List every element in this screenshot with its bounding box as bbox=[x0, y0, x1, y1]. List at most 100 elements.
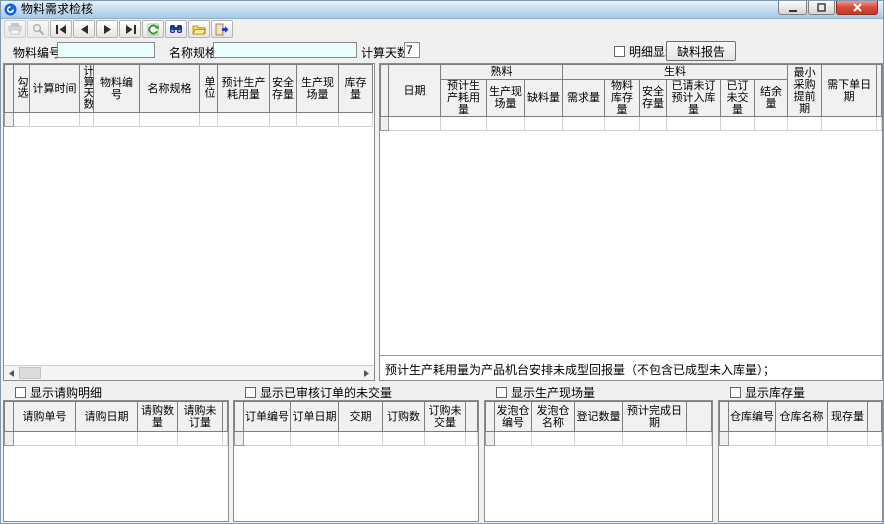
col-header-date: 日期 bbox=[389, 65, 441, 117]
col-header-pr-qty: 请购数量 bbox=[138, 402, 178, 432]
row-selector-header bbox=[486, 402, 495, 432]
toolbar bbox=[1, 19, 883, 39]
app-logo-icon bbox=[4, 3, 17, 16]
checkbox-icon bbox=[730, 387, 741, 398]
show-purchase-request-label: 显示请购明细 bbox=[30, 384, 102, 401]
col-header-inventory: 库存量 bbox=[339, 65, 373, 113]
horizontal-scrollbar[interactable] bbox=[4, 365, 374, 380]
prev-record-icon[interactable] bbox=[73, 20, 95, 38]
col-header-prod-site-qty: 生产现场量 bbox=[487, 80, 525, 117]
material-requirements-check-window: { "window": { "title": "物料需求检核" }, "tool… bbox=[0, 0, 884, 524]
close-button[interactable] bbox=[836, 1, 878, 15]
title-bar: 物料需求检核 bbox=[1, 1, 883, 19]
printer-icon[interactable] bbox=[4, 20, 26, 38]
material-grid: 勾选 计算时间 计算天数 物料编号 名称规格 单位 预计生产耗用量 安全存量 生… bbox=[4, 64, 373, 127]
col-header-calc-days: 计算天数 bbox=[80, 65, 94, 113]
show-inventory-checkbox[interactable]: 显示库存量 bbox=[730, 385, 805, 399]
col-header-requested-unordered: 已请未订预计入库量 bbox=[667, 80, 721, 117]
show-purchase-request-checkbox[interactable]: 显示请购明细 bbox=[15, 385, 102, 399]
inventory-panel: 仓库编号 仓库名称 现存量 bbox=[718, 400, 883, 522]
filler-header bbox=[687, 402, 712, 432]
next-record-icon[interactable] bbox=[96, 20, 118, 38]
col-header-calc-time: 计算时间 bbox=[30, 65, 80, 113]
inventory-grid: 仓库编号 仓库名称 现存量 bbox=[719, 401, 882, 446]
col-header-safety-stock: 安全存量 bbox=[640, 80, 667, 117]
col-header-name-spec: 名称规格 bbox=[140, 65, 200, 113]
row-selector-header bbox=[381, 65, 389, 117]
col-header-balance-qty: 结余量 bbox=[755, 80, 788, 117]
name-spec-input[interactable] bbox=[213, 42, 357, 58]
table-row[interactable] bbox=[381, 117, 882, 131]
col-header-undelivered-qty: 订购未交量 bbox=[425, 402, 466, 432]
group-header-cooked: 熟料 bbox=[441, 65, 563, 80]
group-header-raw: 生料 bbox=[563, 65, 788, 80]
row-selector-header bbox=[5, 402, 14, 432]
col-header-pr-no: 请购单号 bbox=[14, 402, 76, 432]
daily-requirement-grid: 日期 熟料 生料 最小采购提前期 需下单日期 预计生产耗用量 生产现场量 缺料量… bbox=[380, 64, 882, 131]
last-record-icon[interactable] bbox=[119, 20, 141, 38]
filter-bar: 物料编号 名称规格 计算天数 明细显示 缺料报告 bbox=[1, 39, 883, 63]
col-header-check: 勾选 bbox=[14, 65, 30, 113]
col-header-demand-qty: 需求量 bbox=[563, 80, 605, 117]
col-header-safety-stock: 安全存量 bbox=[270, 65, 297, 113]
filler-header bbox=[223, 402, 228, 432]
col-header-order-date: 订单日期 bbox=[291, 402, 339, 432]
material-no-input[interactable] bbox=[57, 42, 155, 58]
calc-days-input[interactable] bbox=[404, 42, 420, 58]
col-header-order-no: 订单编号 bbox=[244, 402, 291, 432]
checkbox-icon bbox=[15, 387, 26, 398]
col-header-bin-name: 发泡仓名称 bbox=[532, 402, 575, 432]
col-header-wh-name: 仓库名称 bbox=[776, 402, 828, 432]
minimize-button[interactable] bbox=[778, 1, 807, 15]
col-header-reg-qty: 登记数量 bbox=[575, 402, 623, 432]
window-controls bbox=[777, 1, 878, 15]
refresh-icon[interactable] bbox=[142, 20, 164, 38]
exit-icon[interactable] bbox=[211, 20, 233, 38]
col-header-need-order-date: 需下单日期 bbox=[822, 65, 877, 117]
window-title: 物料需求检核 bbox=[21, 1, 93, 18]
daily-requirement-panel: 日期 熟料 生料 最小采购提前期 需下单日期 预计生产耗用量 生产现场量 缺料量… bbox=[379, 63, 883, 381]
show-audited-orders-checkbox[interactable]: 显示已审核订单的未交量 bbox=[245, 385, 392, 399]
print-preview-icon[interactable] bbox=[27, 20, 49, 38]
col-header-unit: 单位 bbox=[200, 65, 218, 113]
note-bar: 预计生产耗用量为产品机台安排未成型回报量（不包含已成型未入库量）； bbox=[380, 355, 882, 380]
checkbox-icon bbox=[614, 46, 625, 57]
scrollbar-thumb[interactable] bbox=[19, 367, 41, 379]
shortage-report-button[interactable]: 缺料报告 bbox=[666, 41, 736, 61]
table-row[interactable] bbox=[5, 113, 373, 127]
col-header-material-no: 物料编号 bbox=[94, 65, 140, 113]
filler-header bbox=[466, 402, 478, 432]
shortage-report-label: 缺料报告 bbox=[677, 43, 725, 60]
col-header-delivery-date: 交期 bbox=[339, 402, 383, 432]
filler-header bbox=[868, 402, 882, 432]
note-text: 预计生产耗用量为产品机台安排未成型回报量（不包含已成型未入库量）； bbox=[385, 363, 775, 377]
scroll-left-icon[interactable] bbox=[5, 367, 18, 379]
col-header-material-stock: 物料库存量 bbox=[605, 80, 640, 117]
show-audited-orders-label: 显示已审核订单的未交量 bbox=[260, 384, 392, 401]
col-header-pr-unordered: 请购未订量 bbox=[178, 402, 223, 432]
maximize-button[interactable] bbox=[808, 1, 835, 15]
purchase-request-panel: 请购单号 请购日期 请购数量 请购未订量 bbox=[3, 400, 229, 522]
checkbox-icon bbox=[245, 387, 256, 398]
col-header-wh-no: 仓库编号 bbox=[729, 402, 776, 432]
row-selector-header bbox=[235, 402, 244, 432]
col-header-shortage-qty: 缺料量 bbox=[525, 80, 563, 117]
table-row[interactable] bbox=[486, 432, 712, 446]
col-header-on-hand: 现存量 bbox=[828, 402, 868, 432]
first-record-icon[interactable] bbox=[50, 20, 72, 38]
production-site-grid: 发泡仓编号 发泡仓名称 登记数量 预计完成日期 bbox=[485, 401, 712, 446]
folder-open-icon[interactable] bbox=[188, 20, 210, 38]
col-header-est-prod-usage: 预计生产耗用量 bbox=[218, 65, 270, 113]
scroll-right-icon[interactable] bbox=[360, 367, 373, 379]
row-selector-header bbox=[5, 65, 14, 113]
table-row[interactable] bbox=[720, 432, 882, 446]
checkbox-icon bbox=[496, 387, 507, 398]
find-icon[interactable] bbox=[165, 20, 187, 38]
col-header-min-purchase-lead: 最小采购提前期 bbox=[788, 65, 822, 117]
row-selector-header bbox=[720, 402, 729, 432]
table-row[interactable] bbox=[235, 432, 478, 446]
table-row[interactable] bbox=[5, 432, 228, 446]
col-header-pr-date: 请购日期 bbox=[76, 402, 138, 432]
col-header-bin-no: 发泡仓编号 bbox=[495, 402, 532, 432]
show-production-site-checkbox[interactable]: 显示生产现场量 bbox=[496, 385, 595, 399]
